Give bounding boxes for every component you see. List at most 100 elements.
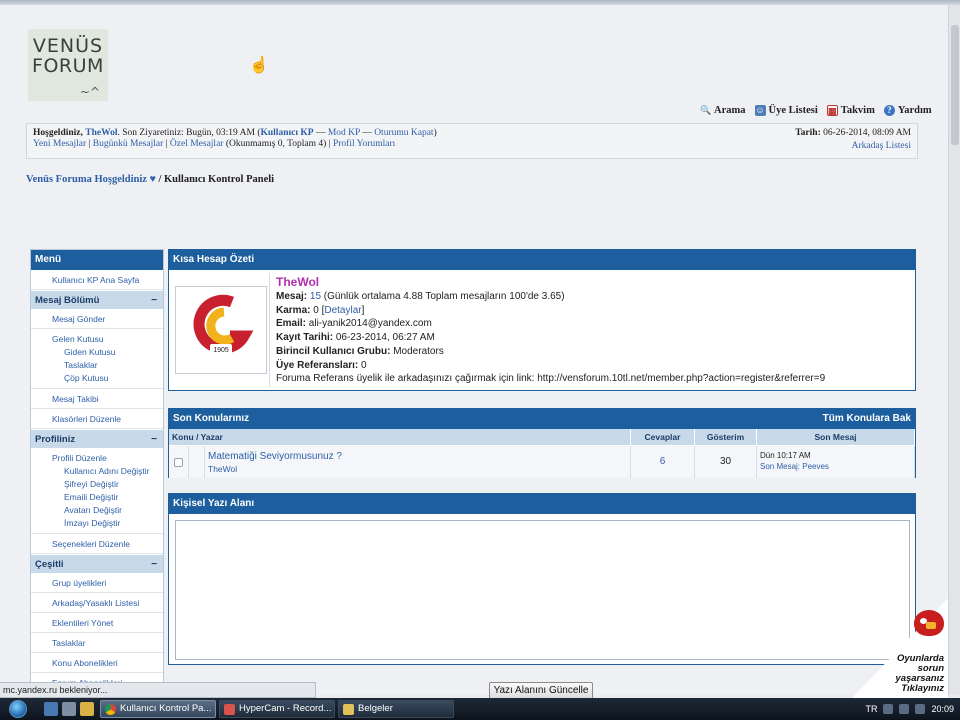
thread-views: 30 [695, 446, 757, 478]
posts-count-link[interactable]: 15 [310, 291, 321, 302]
sidebar-item-change-signature[interactable]: İmzayı Değiştir [52, 517, 163, 530]
switch-windows-icon[interactable] [62, 702, 76, 716]
sidebar-section-misc[interactable]: Çeşitli − [31, 554, 163, 573]
nav-search[interactable]: 🔍 Arama [700, 105, 746, 116]
logo-line2: FORUM [32, 54, 104, 77]
nav-help[interactable]: ? Yardım [883, 105, 932, 116]
nav-members[interactable]: ☺ Üye Listesi [754, 105, 818, 116]
volume-icon[interactable] [915, 704, 926, 714]
view-all-threads-link[interactable]: Tüm Konulara Bak [823, 409, 911, 429]
welcome-greeting: Hoşgeldiniz, [33, 128, 83, 138]
thread-author-link[interactable]: TheWol [208, 464, 630, 474]
sidebar-item-change-username[interactable]: Kullanıcı Adını Değiştir [52, 465, 163, 478]
section-misc-label: Çeşitli [35, 559, 64, 570]
sidebar-item-groups[interactable]: Grup üyelikleri [31, 573, 163, 593]
system-tray: TR 20:09 [865, 704, 960, 714]
usercp-link[interactable]: Kullanıcı KP [261, 128, 314, 138]
sidebar-item-send-message[interactable]: Mesaj Gönder [31, 309, 163, 329]
search-icon: 🔍 [700, 105, 712, 115]
col-views: Gösterim [695, 429, 757, 445]
sidebar-item-options[interactable]: Seçenekleri Düzenle [31, 534, 163, 554]
section-messages-label: Mesaj Bölümü [35, 295, 100, 306]
members-icon: ☺ [754, 105, 766, 116]
language-indicator[interactable]: TR [865, 704, 877, 714]
sidebar-group-inbox: Gelen Kutusu Giden Kutusu Taslaklar Çöp … [31, 329, 163, 389]
recent-threads-title: Son Konularınız [173, 413, 250, 424]
posts-extra: (Günlük ortalama 4.88 Toplam mesajların … [321, 291, 565, 302]
task-hypercam[interactable]: HyperCam - Record... [219, 700, 335, 718]
personal-notes-textarea[interactable] [175, 520, 910, 660]
nav-members-label: Üye Listesi [768, 105, 818, 116]
thread-title-link[interactable]: Matematiği Seviyormusunuz ? [208, 451, 630, 462]
close-paren: ) [433, 128, 437, 138]
karma-details-link[interactable]: Detaylar [324, 305, 361, 316]
welcome-username-link[interactable]: TheWol [85, 128, 117, 138]
network-icon[interactable] [899, 704, 910, 714]
sidebar-item-inbox[interactable]: Gelen Kutusu [52, 333, 163, 346]
posts-label: Mesaj: [276, 291, 308, 302]
game-help-sticker[interactable]: Oyunlarda sorun yaşarsanız Tıklayınız [852, 598, 948, 698]
start-button[interactable] [0, 698, 36, 720]
sidebar-group-profile: Profili Düzenle Kullanıcı Adını Değiştir… [31, 448, 163, 534]
nav-calendar[interactable]: ▦ Takvim [826, 105, 875, 116]
modcp-link[interactable]: Mod KP [328, 128, 360, 138]
collapse-icon[interactable]: − [151, 430, 157, 449]
task-browser[interactable]: Kullanıcı Kontrol Pa... [100, 700, 216, 718]
sidebar-section-messages[interactable]: Mesaj Bölümü − [31, 290, 163, 309]
sidebar-item-tracking[interactable]: Mesaj Takibi [31, 389, 163, 409]
breadcrumb: Venüs Foruma Hoşgeldiniz ♥ / Kullanıcı K… [26, 174, 274, 185]
group-value: Moderators [390, 345, 444, 357]
friends-list-link[interactable]: Arkadaş Listesi [852, 141, 911, 151]
thread-replies[interactable]: 6 [631, 446, 695, 478]
forum-logo[interactable]: VENÜS FORUM ~^ [28, 29, 108, 101]
sidebar-item-outbox[interactable]: Giden Kutusu [52, 346, 163, 359]
folder-icon [343, 703, 354, 715]
logout-link[interactable]: Oturumu Kapat [374, 128, 433, 138]
sidebar-section-profile[interactable]: Profiliniz − [31, 429, 163, 448]
avatar[interactable]: 1905 [174, 286, 267, 374]
sidebar-item-thread-subs[interactable]: Konu Abonelikleri [31, 653, 163, 673]
recent-threads-panel: Son Konularınız Tüm Konulara Bak Konu / Y… [168, 408, 916, 478]
sidebar-item-drafts[interactable]: Taslaklar [52, 359, 163, 372]
last-post-by-link[interactable]: Son Mesaj: Peeves [760, 461, 914, 472]
reg-label: Kayıt Tarihi: [276, 332, 334, 344]
desktop-icon[interactable] [44, 702, 58, 716]
sidebar-item-attachments[interactable]: Eklentileri Yönet [31, 613, 163, 633]
sidebar-item-change-email[interactable]: Emaili Değiştir [52, 491, 163, 504]
collapse-icon[interactable]: − [151, 555, 157, 574]
sidebar-item-buddylist[interactable]: Arkadaş/Yasaklı Listesi [31, 593, 163, 613]
todays-posts-link[interactable]: Bugünkü Mesajlar [93, 139, 163, 149]
sidebar-item-change-password[interactable]: Şifreyi Değiştir [52, 478, 163, 491]
new-posts-link[interactable]: Yeni Mesajlar [33, 139, 86, 149]
sidebar-title: Menü [31, 250, 163, 270]
posts-line: Mesaj: 15 (Günlük ortalama 4.88 Toplam m… [276, 290, 825, 304]
sidebar-item-trash[interactable]: Çöp Kutusu [52, 372, 163, 385]
collapse-icon[interactable]: − [151, 291, 157, 310]
sidebar-item-change-avatar[interactable]: Avatarı Değiştir [52, 504, 163, 517]
sep2: — [359, 128, 375, 138]
logo-line1: VENÜS [32, 35, 104, 57]
tray-arrow-icon[interactable] [883, 704, 894, 714]
explorer-icon[interactable] [80, 702, 94, 716]
col-replies: Cevaplar [631, 429, 695, 445]
date-display: Tarih: 06-26-2014, 08:09 AM [795, 128, 911, 138]
scrollbar-thumb[interactable] [951, 25, 959, 145]
calendar-icon: ▦ [826, 105, 838, 116]
karma-label: Karma: [276, 304, 311, 316]
vertical-scrollbar[interactable] [948, 5, 960, 695]
clock[interactable]: 20:09 [931, 704, 954, 714]
sidebar-item-edit-profile[interactable]: Profili Düzenle [52, 452, 163, 465]
sidebar-item-home[interactable]: Kullanıcı KP Ana Sayfa [31, 270, 163, 290]
summary-username[interactable]: TheWol [276, 274, 825, 290]
date-value: 06-26-2014, 08:09 AM [820, 128, 911, 138]
breadcrumb-home[interactable]: Venüs Foruma Hoşgeldiniz ♥ [26, 174, 156, 185]
profile-comments-link[interactable]: Profil Yorumları [333, 139, 395, 149]
group-line: Birincil Kullanıcı Grubu: Moderators [276, 345, 825, 359]
task-documents[interactable]: Belgeler [338, 700, 454, 718]
sidebar-item-folders[interactable]: Klasörleri Düzenle [31, 409, 163, 429]
sidebar-item-misc-drafts[interactable]: Taslaklar [31, 633, 163, 653]
personal-notes-panel: Kişisel Yazı Alanı [168, 493, 916, 665]
private-messages-link[interactable]: Özel Mesajlar [170, 139, 224, 149]
galatasaray-logo-icon: 1905 [193, 294, 253, 354]
update-notes-button[interactable]: Yazı Alanını Güncelle [489, 682, 593, 699]
